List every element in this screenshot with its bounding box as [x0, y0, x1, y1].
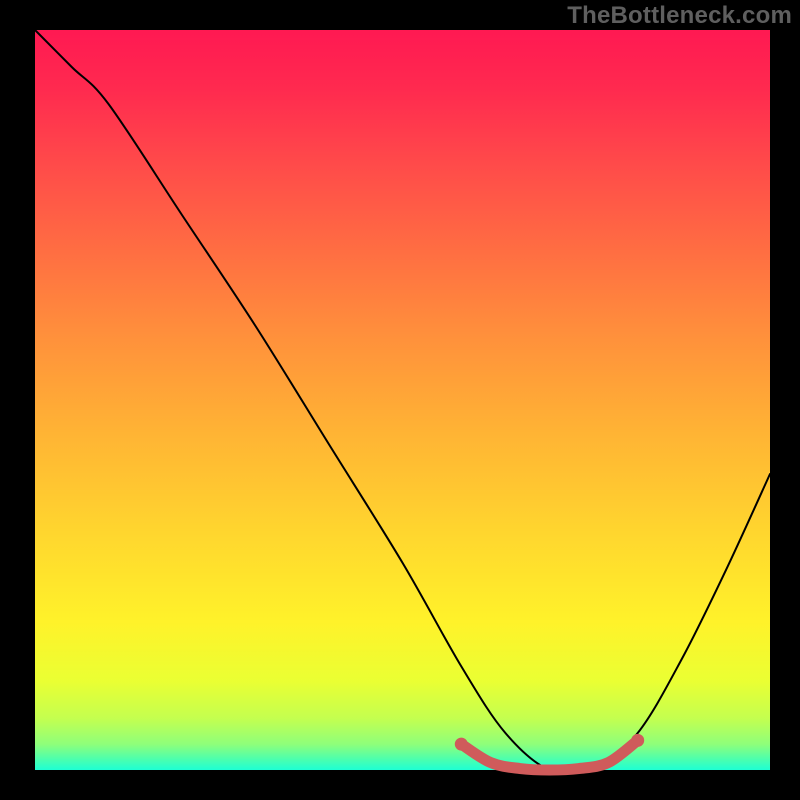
chart-canvas: [0, 0, 800, 800]
highlight-endpoint: [631, 734, 644, 747]
highlight-endpoint: [455, 738, 468, 751]
chart-frame: TheBottleneck.com: [0, 0, 800, 800]
watermark-label: TheBottleneck.com: [567, 2, 792, 30]
chart-background: [35, 30, 770, 770]
